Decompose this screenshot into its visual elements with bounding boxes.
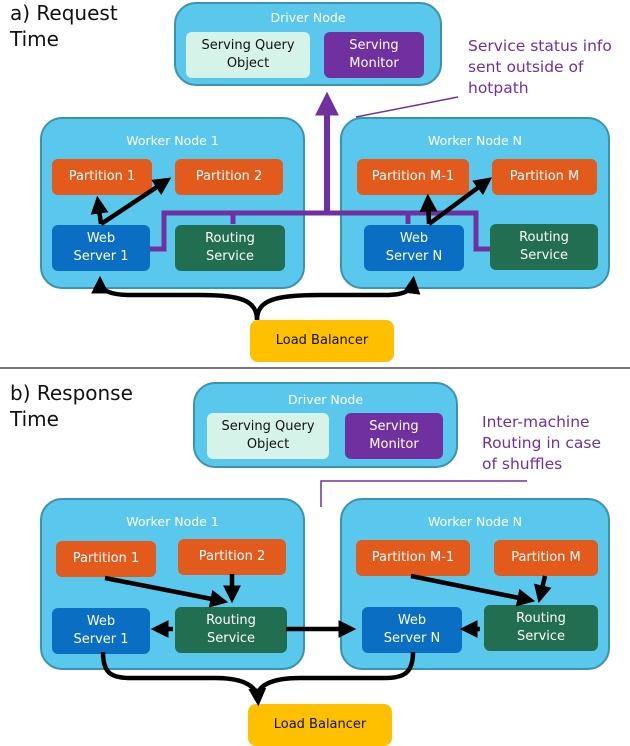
serving-query-object-b: Serving Query Object: [207, 413, 329, 459]
worker-node-1-a: Worker Node 1 Partition 1 Partition 2 We…: [40, 117, 305, 289]
web-server-1-a: Web Server 1: [52, 225, 150, 271]
partition-m-1-a: Partition M-1: [357, 159, 469, 195]
routing-service-1-a: Routing Service: [175, 225, 285, 271]
routing-service-n-a: Routing Service: [490, 224, 598, 270]
driver-node-a-title: Driver Node: [270, 10, 346, 25]
panel-a-title: a) Request Time: [10, 1, 118, 51]
serving-monitor-a: Serving Monitor: [324, 32, 424, 78]
driver-node-a: Driver Node Serving Query Object Serving…: [174, 2, 442, 86]
partition-1-a: Partition 1: [52, 159, 152, 195]
partition-m-1-b: Partition M-1: [356, 540, 470, 576]
web-server-1-b: Web Server 1: [52, 608, 150, 654]
worker-node-1-b-title: Worker Node 1: [126, 514, 219, 529]
worker-node-n-a-title: Worker Node N: [428, 133, 522, 148]
worker-node-n-b-title: Worker Node N: [428, 514, 522, 529]
driver-node-b-title: Driver Node: [287, 392, 364, 407]
partition-2-a: Partition 2: [175, 159, 283, 195]
load-balancer-a: Load Balancer: [250, 320, 394, 362]
partition-m-b: Partition M: [494, 540, 598, 576]
shuffle-note-b: Inter-machine Routing in case of shuffle…: [482, 413, 602, 473]
partition-2-b: Partition 2: [178, 539, 286, 575]
web-server-n-a: Web Server N: [364, 225, 464, 271]
routing-service-1-b: Routing Service: [175, 607, 287, 653]
status-note-a: Service status info sent outside of hotp…: [468, 37, 612, 97]
worker-node-1-b: Worker Node 1 Partition 1 Partition 2 We…: [40, 498, 305, 670]
worker-node-1-a-title: Worker Node 1: [126, 133, 219, 148]
partition-m-a: Partition M: [492, 159, 597, 195]
serving-monitor-b: Serving Monitor: [345, 413, 443, 459]
partition-1-b: Partition 1: [56, 541, 156, 577]
section-divider: [0, 367, 630, 369]
note-leader-a: [355, 96, 459, 118]
worker-node-n-b: Worker Node N Partition M-1 Partition M …: [340, 498, 610, 670]
routing-service-n-b: Routing Service: [484, 605, 598, 651]
load-balancer-b: Load Balancer: [248, 704, 392, 746]
panel-b-title: b) Response Time: [10, 381, 133, 431]
serving-query-object-a: Serving Query Object: [186, 32, 310, 78]
driver-node-b: Driver Node Serving Query Object Serving…: [193, 382, 458, 468]
web-server-n-b: Web Server N: [362, 607, 462, 653]
worker-node-n-a: Worker Node N Partition M-1 Partition M …: [340, 117, 610, 289]
